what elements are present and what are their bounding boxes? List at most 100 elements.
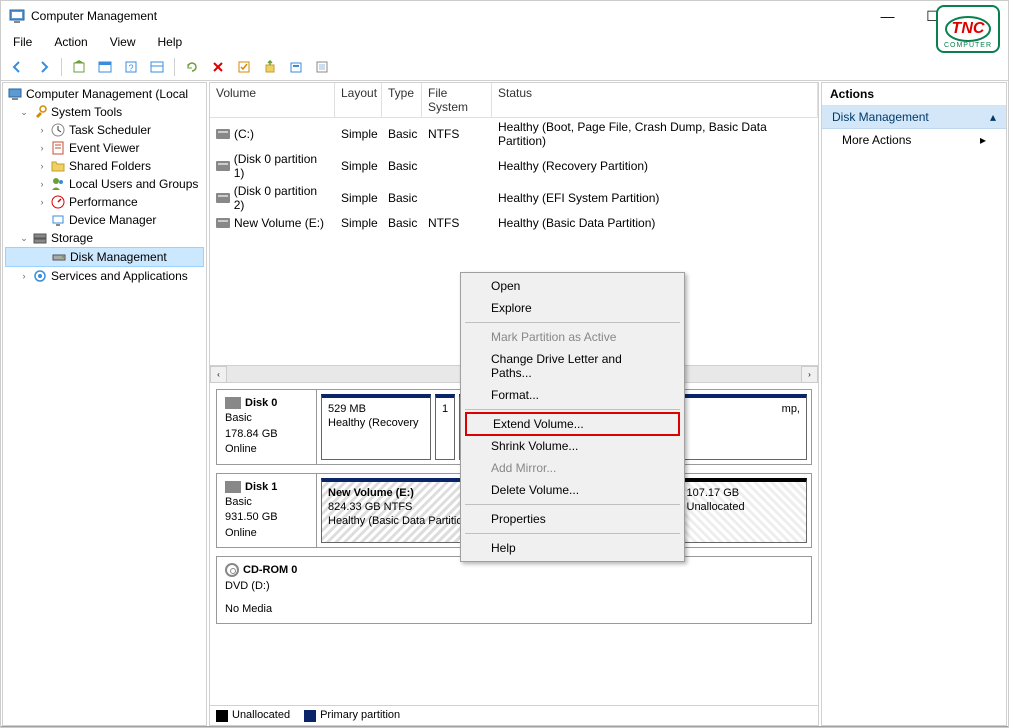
tb-check-icon[interactable]	[233, 56, 255, 78]
window-titlebar: Computer Management — ☐ ✕	[1, 1, 1008, 31]
volume-row[interactable]: (C:) Simple Basic NTFS Healthy (Boot, Pa…	[210, 118, 818, 150]
expander-icon[interactable]: ⌄	[19, 107, 29, 117]
tree-performance[interactable]: › Performance	[5, 193, 204, 211]
ctx-properties[interactable]: Properties	[463, 508, 682, 530]
actions-pane: Actions Disk Management ▴ More Actions ▸	[821, 82, 1007, 726]
ctx-explore[interactable]: Explore	[463, 297, 682, 319]
submenu-arrow-icon: ▸	[980, 133, 986, 147]
tnc-logo: TNC COMPUTER	[936, 5, 1000, 53]
svg-text:?: ?	[128, 63, 133, 73]
ctx-change-letter[interactable]: Change Drive Letter and Paths...	[463, 348, 682, 384]
legend-unallocated-box	[216, 710, 228, 722]
navigation-tree[interactable]: Computer Management (Local ⌄ System Tool…	[2, 82, 207, 726]
volume-icon	[216, 129, 230, 139]
col-status[interactable]: Status	[492, 83, 818, 117]
scroll-right-button[interactable]: ›	[801, 366, 818, 383]
expander-icon[interactable]: ›	[37, 197, 47, 207]
tree-system-tools[interactable]: ⌄ System Tools	[5, 103, 204, 121]
menubar: File Action View Help	[1, 31, 1008, 53]
ctx-open[interactable]: Open	[463, 275, 682, 297]
col-filesystem[interactable]: File System	[422, 83, 492, 117]
volume-icon	[216, 218, 230, 228]
tree-services[interactable]: › Services and Applications	[5, 267, 204, 285]
tree-root[interactable]: Computer Management (Local	[5, 85, 204, 103]
collapse-icon: ▴	[990, 110, 996, 124]
volume-row[interactable]: (Disk 0 partition 2) Simple Basic Health…	[210, 182, 818, 214]
ctx-delete-volume[interactable]: Delete Volume...	[463, 479, 682, 501]
volume-row[interactable]: New Volume (E:) Simple Basic NTFS Health…	[210, 214, 818, 232]
expander-icon[interactable]: ›	[37, 179, 47, 189]
storage-icon	[32, 230, 48, 246]
scroll-left-button[interactable]: ‹	[210, 366, 227, 383]
ctx-mark-active: Mark Partition as Active	[463, 326, 682, 348]
menu-action[interactable]: Action	[50, 33, 91, 51]
volume-icon	[216, 161, 230, 171]
tree-event-viewer[interactable]: › Event Viewer	[5, 139, 204, 157]
folder-icon	[50, 158, 66, 174]
disk-mgmt-icon	[51, 249, 67, 265]
toolbar: ?	[1, 53, 1008, 81]
menu-file[interactable]: File	[9, 33, 36, 51]
actions-section-disk-management[interactable]: Disk Management ▴	[822, 106, 1006, 129]
menu-help[interactable]: Help	[154, 33, 187, 51]
legend: Unallocated Primary partition	[210, 705, 818, 725]
tb-help-icon[interactable]: ?	[120, 56, 142, 78]
expander-icon[interactable]: ›	[37, 161, 47, 171]
tree-task-scheduler[interactable]: › Task Scheduler	[5, 121, 204, 139]
ctx-format[interactable]: Format...	[463, 384, 682, 406]
tb-icon-4[interactable]	[146, 56, 168, 78]
tb-icon-8[interactable]	[259, 56, 281, 78]
volume-row[interactable]: (Disk 0 partition 1) Simple Basic Health…	[210, 150, 818, 182]
cdrom-row[interactable]: CD-ROM 0 DVD (D:) No Media	[216, 556, 812, 624]
ctx-shrink-volume[interactable]: Shrink Volume...	[463, 435, 682, 457]
disk-1-info: Disk 1 Basic 931.50 GB Online	[217, 474, 317, 548]
expander-icon[interactable]: ›	[37, 143, 47, 153]
tb-icon-9[interactable]	[285, 56, 307, 78]
col-volume[interactable]: Volume	[210, 83, 335, 117]
disk-icon	[225, 397, 241, 409]
ctx-extend-volume[interactable]: Extend Volume...	[465, 412, 680, 436]
expander-icon[interactable]: ⌄	[19, 233, 29, 243]
actions-more-actions[interactable]: More Actions ▸	[822, 129, 1006, 151]
volume-list-header: Volume Layout Type File System Status	[210, 83, 818, 118]
col-type[interactable]: Type	[382, 83, 422, 117]
tree-storage[interactable]: ⌄ Storage	[5, 229, 204, 247]
cdrom-icon	[225, 563, 239, 577]
performance-icon	[50, 194, 66, 210]
tb-icon-1[interactable]	[68, 56, 90, 78]
disk-0-info: Disk 0 Basic 178.84 GB Online	[217, 390, 317, 464]
back-button[interactable]	[7, 56, 29, 78]
expander-icon[interactable]: ›	[19, 271, 29, 281]
cdrom-info: CD-ROM 0 DVD (D:) No Media	[217, 557, 811, 623]
disk0-partition-1[interactable]: 529 MB Healthy (Recovery	[321, 394, 431, 460]
volume-icon	[216, 193, 230, 203]
window-title: Computer Management	[31, 9, 865, 23]
tree-shared-folders[interactable]: › Shared Folders	[5, 157, 204, 175]
ctx-add-mirror: Add Mirror...	[463, 457, 682, 479]
expander-icon[interactable]: ›	[37, 125, 47, 135]
tb-delete-icon[interactable]	[207, 56, 229, 78]
tb-refresh-icon[interactable]	[181, 56, 203, 78]
legend-primary-box	[304, 710, 316, 722]
minimize-button[interactable]: —	[865, 1, 910, 31]
services-icon	[32, 268, 48, 284]
disk-icon	[225, 481, 241, 493]
disk1-unallocated[interactable]: 107.17 GB Unallocated	[680, 478, 808, 544]
tree-device-manager[interactable]: Device Manager	[5, 211, 204, 229]
menu-view[interactable]: View	[106, 33, 140, 51]
actions-header: Actions	[822, 83, 1006, 106]
col-layout[interactable]: Layout	[335, 83, 382, 117]
event-icon	[50, 140, 66, 156]
app-icon	[9, 8, 25, 24]
users-icon	[50, 176, 66, 192]
tree-local-users[interactable]: › Local Users and Groups	[5, 175, 204, 193]
tb-icon-2[interactable]	[94, 56, 116, 78]
ctx-help[interactable]: Help	[463, 537, 682, 559]
tree-disk-management[interactable]: Disk Management	[5, 247, 204, 267]
forward-button[interactable]	[33, 56, 55, 78]
context-menu: Open Explore Mark Partition as Active Ch…	[460, 272, 685, 562]
clock-icon	[50, 122, 66, 138]
disk0-partition-2[interactable]: 1	[435, 394, 455, 460]
tools-icon	[32, 104, 48, 120]
tb-icon-10[interactable]	[311, 56, 333, 78]
